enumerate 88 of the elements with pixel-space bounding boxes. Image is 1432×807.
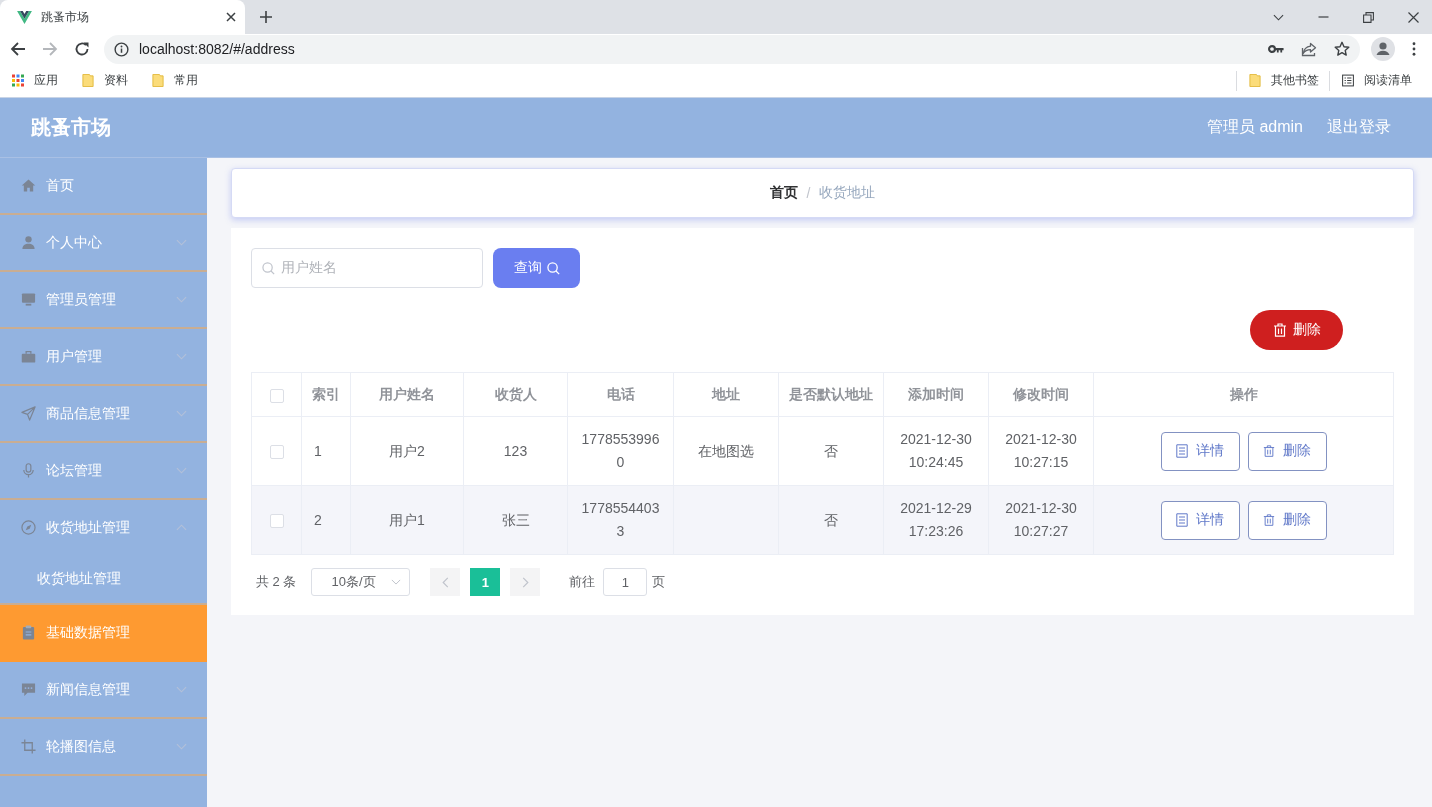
column-header: 修改时间	[1013, 385, 1069, 402]
compass-icon	[21, 520, 36, 535]
folder-icon	[152, 74, 164, 87]
document-icon	[1176, 513, 1188, 527]
column-header: 索引	[312, 385, 340, 402]
column-header: 地址	[712, 385, 740, 402]
column-header: 用户姓名	[379, 385, 435, 402]
chat-bubble-icon	[21, 682, 36, 697]
breadcrumb-link[interactable]: 首页	[769, 184, 798, 202]
browser-tab[interactable]: 跳蚤市场	[0, 0, 245, 34]
breadcrumb-separator: /	[806, 185, 811, 201]
delete-row-button[interactable]: 删除	[1247, 431, 1327, 471]
grid-icon	[12, 74, 24, 87]
checkbox[interactable]	[269, 513, 284, 528]
avatar-icon[interactable]	[1371, 37, 1395, 61]
table-cell: 2021-12-29 17:23:26	[900, 500, 972, 539]
table-cell: 在地图选	[698, 442, 754, 459]
back-arrow-icon[interactable]	[10, 41, 26, 57]
column-header: 是否默认地址	[789, 385, 873, 402]
trash-icon	[1272, 323, 1287, 337]
goto-label: 前往	[569, 573, 596, 591]
reload-icon[interactable]	[74, 41, 90, 57]
address-bar[interactable]: localhost:8082/#/address	[104, 34, 1360, 64]
clipboard-icon	[21, 625, 36, 640]
house-icon	[21, 178, 36, 193]
table-cell: 否	[824, 511, 838, 528]
table-cell: 17785544033	[581, 500, 660, 539]
info-icon[interactable]	[114, 41, 129, 57]
bookmark-item[interactable]: 其他书签	[1249, 72, 1319, 89]
table-cell: 2021-12-30 10:24:45	[900, 431, 972, 470]
paper-plane-icon	[21, 406, 36, 421]
share-icon[interactable]	[1301, 41, 1317, 57]
bookmark-item[interactable]: 阅读清单	[1342, 72, 1412, 89]
close-icon[interactable]	[1408, 11, 1419, 23]
query-button[interactable]: 查询	[493, 248, 580, 288]
chevron-left-icon	[441, 576, 449, 588]
trash-icon	[1263, 513, 1275, 527]
detail-button[interactable]: 详情	[1160, 500, 1240, 540]
table-cell: 17785539960	[581, 431, 660, 470]
delete-button[interactable]: 删除	[1250, 310, 1343, 350]
column-header: 操作	[1229, 385, 1258, 402]
breadcrumb-current: 收货地址	[819, 184, 876, 202]
bookmark-item[interactable]: 常用	[152, 72, 198, 89]
page-size-select[interactable]: 10条/页	[311, 568, 411, 596]
person-icon	[21, 235, 36, 250]
delete-row-button[interactable]: 删除	[1247, 500, 1327, 540]
column-header: 添加时间	[908, 385, 964, 402]
logo-icon	[17, 10, 32, 24]
chevron-right-icon	[521, 576, 529, 588]
search-icon	[546, 261, 560, 275]
list-icon	[1342, 74, 1354, 87]
briefcase-icon	[21, 349, 36, 364]
table-cell: 2021-12-30 10:27:27	[1005, 500, 1077, 539]
table-cell: 1	[314, 442, 322, 459]
table-cell: 张三	[501, 511, 530, 528]
folder-icon	[82, 74, 94, 87]
restore-icon[interactable]	[1363, 11, 1374, 23]
page-button[interactable]: 1	[470, 568, 501, 596]
document-icon	[1176, 444, 1188, 458]
bookmark-item[interactable]: 资料	[82, 72, 128, 89]
search-icon	[262, 261, 275, 275]
crop-icon	[21, 739, 36, 754]
column-header: 电话	[606, 385, 635, 402]
star-icon[interactable]	[1334, 41, 1350, 57]
folder-icon	[1249, 74, 1261, 87]
total-count: 共 2 条	[256, 573, 297, 591]
goto-suffix: 页	[652, 573, 666, 591]
user-label: 管理员 admin	[1206, 117, 1303, 137]
chevron-down-icon	[391, 579, 402, 585]
trash-icon	[1263, 444, 1275, 458]
plus-icon[interactable]	[260, 11, 272, 23]
table-cell: 2021-12-30 10:27:15	[1005, 431, 1077, 470]
more-icon[interactable]	[1412, 42, 1416, 56]
checkbox[interactable]	[269, 444, 284, 459]
microphone-icon	[21, 463, 36, 478]
table-cell: 用户1	[389, 511, 425, 528]
detail-button[interactable]: 详情	[1160, 431, 1240, 471]
table-cell: 123	[503, 442, 528, 459]
table-cell: 2	[314, 511, 322, 528]
column-header: 收货人	[494, 385, 537, 402]
close-icon[interactable]	[226, 12, 236, 22]
monitor-icon	[21, 292, 36, 307]
page-input[interactable]: 1	[603, 568, 648, 596]
bookmark-item[interactable]: 应用	[12, 72, 58, 89]
checkbox[interactable]	[269, 388, 284, 403]
site-title: 跳蚤市场	[31, 115, 111, 140]
table-cell: 用户2	[389, 442, 425, 459]
table-cell: 否	[824, 442, 838, 459]
